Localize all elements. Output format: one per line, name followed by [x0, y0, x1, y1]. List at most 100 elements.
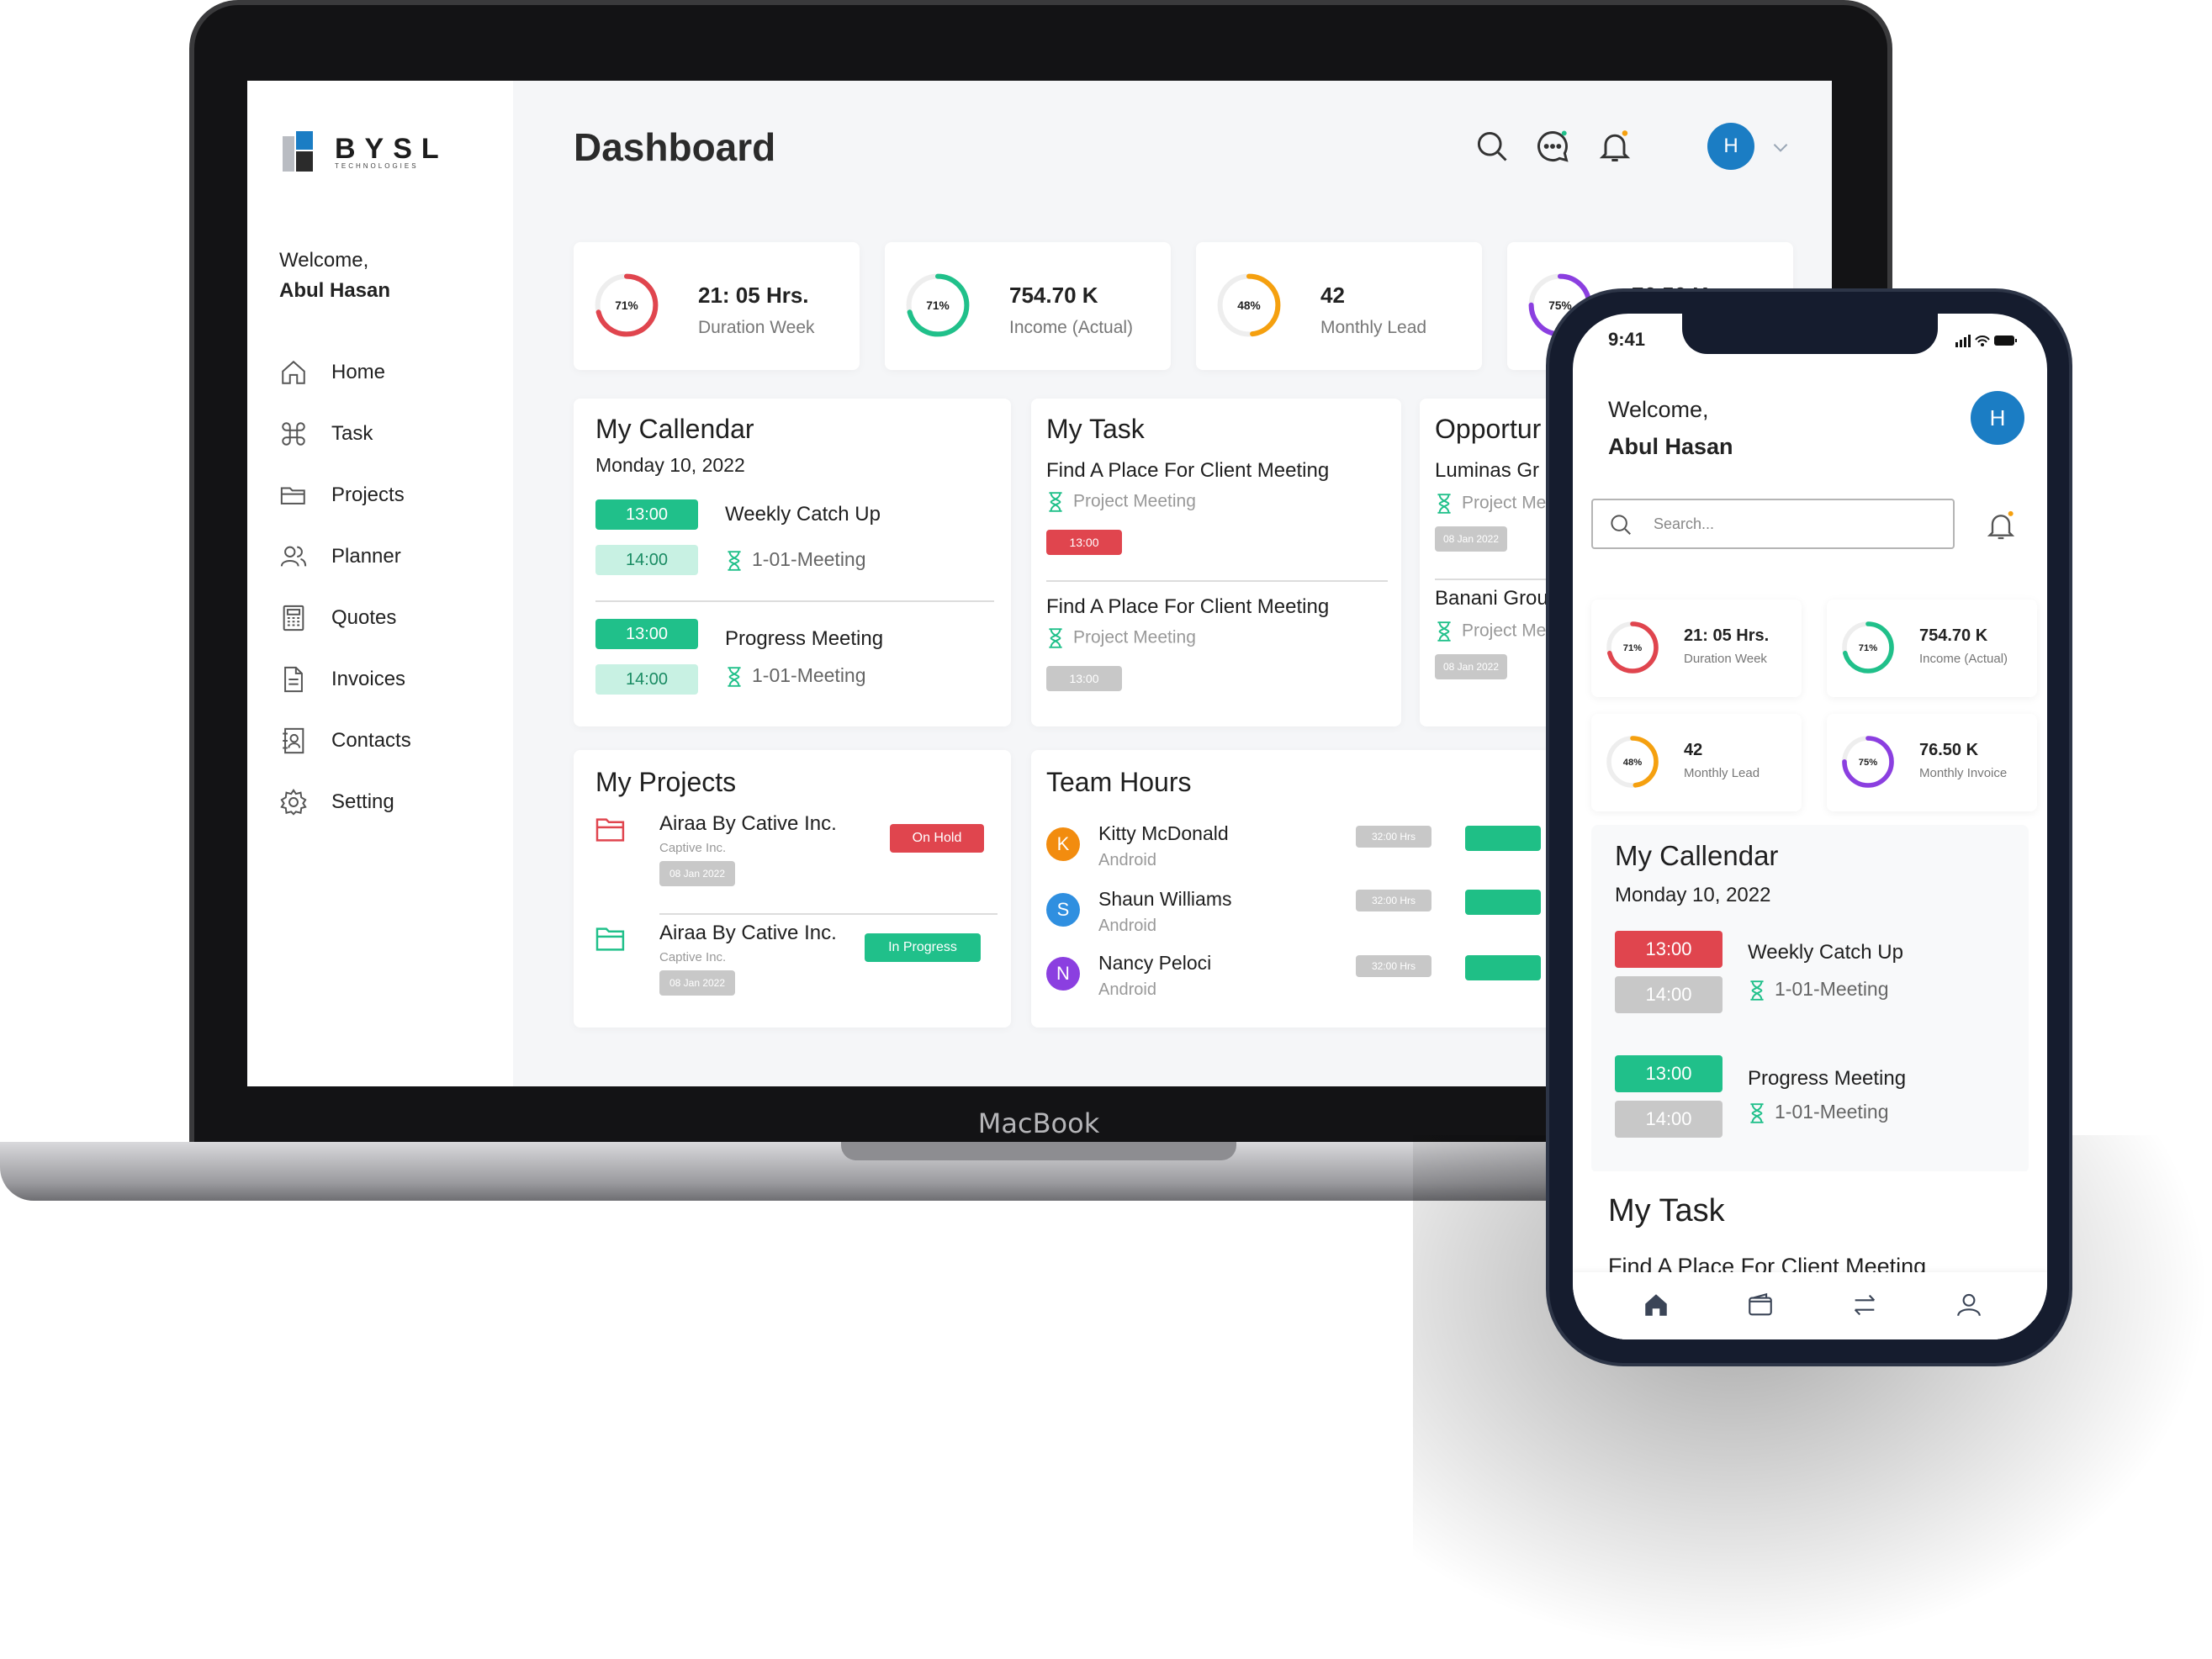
task-item-title[interactable]: Find A Place For Client Meeting [1046, 595, 1329, 619]
event-type: 1-01-Meeting [725, 548, 866, 572]
divider [659, 913, 998, 915]
sidebar-item-quotes[interactable]: Quotes [279, 587, 411, 648]
stat-card-income[interactable]: 71% 754.70 K Income (Actual) [1827, 600, 2037, 697]
chevron-down-icon[interactable] [1770, 136, 1791, 158]
ring-label: 71% [615, 299, 638, 312]
stat-card-duration[interactable]: 71% 21: 05 Hrs. Duration Week [574, 242, 860, 370]
home-icon[interactable] [1642, 1291, 1670, 1319]
hourglass-icon [1049, 628, 1062, 648]
user-avatar[interactable]: H [1971, 391, 2024, 445]
calendar-title: My Callendar [595, 414, 754, 444]
sidebar-nav: Home Task Projects Planner Quotes Invoic… [279, 341, 411, 832]
stat-label: Income (Actual) [1919, 652, 2008, 666]
stat-card-invoice[interactable]: 75% 76.50 K Monthly Invoice [1827, 714, 2037, 811]
sidebar-item-contacts[interactable]: Contacts [279, 710, 411, 771]
welcome-block: Welcome, Abul Hasan [279, 246, 390, 306]
ring-label: 71% [926, 299, 950, 312]
event-end-time: 14:00 [1615, 976, 1723, 1013]
stat-card-leads[interactable]: 48% 42 Monthly Lead [1196, 242, 1482, 370]
sidebar-item-task[interactable]: Task [279, 403, 411, 464]
project-name[interactable]: Airaa By Cative Inc. [659, 812, 837, 836]
macbook-label: MacBook [977, 1107, 1100, 1139]
project-company: Captive Inc. [659, 841, 727, 855]
sidebar-item-projects[interactable]: Projects [279, 464, 411, 526]
hourglass-icon [1437, 494, 1451, 514]
member-avatar: S [1046, 893, 1080, 927]
wallet-icon[interactable] [1746, 1291, 1775, 1319]
progress-ring: 71% [1606, 621, 1659, 674]
sidebar-item-label: Setting [331, 790, 394, 813]
sidebar-item-label: Task [331, 421, 373, 445]
opportunity-item-title[interactable]: Banani Grou [1435, 587, 1548, 610]
project-company: Captive Inc. [659, 950, 727, 964]
status-bar-icons [1955, 335, 2017, 347]
event-title[interactable]: Progress Meeting [1748, 1067, 1906, 1091]
chat-icon[interactable] [1534, 128, 1571, 165]
page-title: Dashboard [574, 125, 776, 169]
phone-notch [1682, 314, 1938, 354]
projects-title: My Projects [595, 767, 737, 797]
home-icon [282, 360, 305, 384]
hourglass-icon [1437, 621, 1451, 642]
opportunity-title: Opportur [1435, 414, 1542, 444]
member-name[interactable]: Nancy Peloci [1098, 952, 1211, 975]
stat-card-duration[interactable]: 71% 21: 05 Hrs. Duration Week [1591, 600, 1802, 697]
hours-bar [1465, 890, 1541, 915]
sidebar-item-invoices[interactable]: Invoices [279, 648, 411, 710]
command-icon [282, 421, 305, 446]
brand-name: BYSL [335, 133, 448, 165]
sidebar-item-label: Home [331, 360, 386, 383]
ring-label: 48% [1237, 299, 1261, 312]
event-title[interactable]: Weekly Catch Up [1748, 941, 1903, 964]
task-item-title[interactable]: Find A Place For Client Meeting [1046, 459, 1329, 483]
sidebar-item-label: Planner [331, 544, 401, 568]
member-platform: Android [1098, 917, 1156, 935]
opportunity-item-type: Project Me [1435, 621, 1546, 642]
member-name[interactable]: Shaun Williams [1098, 888, 1232, 911]
event-title[interactable]: Progress Meeting [725, 627, 883, 651]
hours-badge: 32:00 Hrs [1356, 890, 1431, 911]
event-end-time: 14:00 [595, 664, 698, 695]
svg-text:48%: 48% [1623, 758, 1642, 768]
stat-card-leads[interactable]: 48% 42 Monthly Lead [1591, 714, 1802, 811]
event-title[interactable]: Weekly Catch Up [725, 503, 881, 526]
date-badge: 08 Jan 2022 [1435, 654, 1507, 679]
hourglass-icon [1049, 492, 1062, 512]
sidebar-item-setting[interactable]: Setting [279, 771, 411, 832]
transfer-icon[interactable] [1850, 1291, 1879, 1319]
users-icon [280, 546, 307, 567]
search-icon [1611, 515, 1631, 535]
progress-ring: 48% [1606, 736, 1659, 788]
stat-value: 754.70 K [1009, 283, 1098, 308]
date-badge: 08 Jan 2022 [659, 861, 735, 886]
sidebar-item-home[interactable]: Home [279, 341, 411, 403]
search-input[interactable]: Search... [1591, 499, 1955, 549]
sidebar-item-planner[interactable]: Planner [279, 526, 411, 587]
project-name[interactable]: Airaa By Cative Inc. [659, 922, 837, 945]
member-platform: Android [1098, 980, 1156, 999]
gear-icon [280, 788, 307, 816]
hours-badge: 32:00 Hrs [1356, 955, 1431, 977]
task-title: My Task [1046, 414, 1145, 444]
bell-icon[interactable] [1984, 507, 2018, 544]
sidebar-item-label: Contacts [331, 728, 411, 752]
opportunity-item-title[interactable]: Luminas Gr [1435, 459, 1539, 483]
member-avatar: N [1046, 957, 1080, 991]
calculator-icon [283, 605, 304, 631]
event-start-time: 13:00 [595, 619, 698, 649]
team-hours-title: Team Hours [1046, 767, 1192, 797]
hourglass-icon [728, 551, 741, 571]
sidebar-item-label: Invoices [331, 667, 406, 690]
brand-logo[interactable]: BYSL TECHNOLOGIES [283, 131, 448, 172]
bell-icon[interactable] [1596, 128, 1633, 165]
event-type: 1-01-Meeting [1748, 1101, 1889, 1124]
user-avatar[interactable]: H [1707, 123, 1754, 170]
event-start-time: 13:00 [595, 499, 698, 530]
welcome-greeting: Welcome, [279, 249, 369, 272]
folder-icon [595, 818, 625, 842]
stat-card-income[interactable]: 71% 754.70 K Income (Actual) [885, 242, 1171, 370]
member-name[interactable]: Kitty McDonald [1098, 822, 1229, 845]
calendar-card: My Callendar Monday 10, 2022 13:00 14:00… [574, 399, 1011, 726]
search-icon[interactable] [1474, 128, 1511, 165]
profile-icon[interactable] [1955, 1291, 1983, 1319]
